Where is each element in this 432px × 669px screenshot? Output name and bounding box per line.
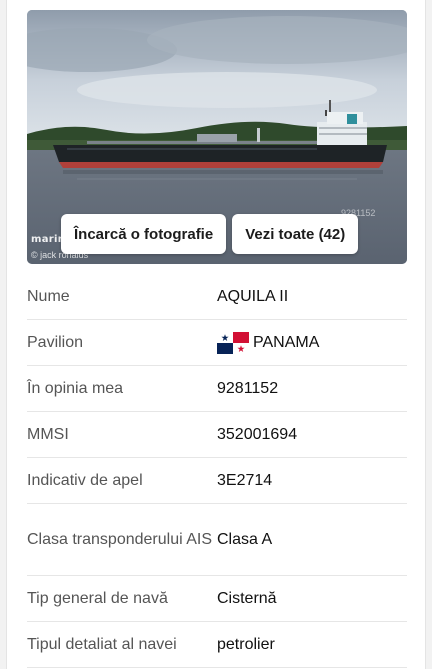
detail-label: Tipul detaliat al navei (27, 635, 177, 653)
detail-row-flag: Pavilion PANAMA (27, 320, 407, 366)
detail-row-ais-class: Clasa transponderului AIS Clasa A (27, 504, 407, 576)
detail-row-detailed-type: Tipul detaliat al navei petrolier (27, 622, 407, 668)
upload-photo-button[interactable]: Încarcă o fotografie (61, 214, 227, 254)
detail-row-callsign: Indicativ de apel 3E2714 (27, 458, 407, 504)
detail-value: 3E2714 (217, 471, 273, 489)
detail-value: Clasa A (217, 530, 273, 548)
detail-label: Nume (27, 287, 70, 305)
detail-row-imo: În opinia mea 9281152 (27, 366, 407, 412)
detail-value: 9281152 (217, 379, 279, 397)
vessel-card: 9281152 marine © jack ronalds Încarcă o … (6, 0, 426, 669)
detail-value: AQUILA II (217, 287, 289, 305)
photo-actions: Încarcă o fotografie Vezi toate (42) (61, 214, 359, 254)
detail-row-general-type: Tip general de navă Cisternă (27, 576, 407, 622)
detail-label: MMSI (27, 425, 69, 443)
detail-row-mmsi: MMSI 352001694 (27, 412, 407, 458)
panama-flag-icon (217, 331, 249, 354)
view-all-photos-button[interactable]: Vezi toate (42) (232, 214, 359, 254)
detail-row-name: Nume AQUILA II (27, 274, 407, 320)
vessel-details-table: Nume AQUILA II Pavilion PANAMA În opinia… (27, 274, 407, 668)
detail-label: În opinia mea (27, 379, 124, 397)
detail-label: Clasa transponderului AIS (27, 530, 212, 548)
detail-value: 352001694 (217, 425, 298, 443)
vessel-photo[interactable]: 9281152 marine © jack ronalds Încarcă o … (27, 10, 407, 264)
flag-country-name: PANAMA (253, 333, 320, 351)
detail-label: Indicativ de apel (27, 471, 143, 489)
detail-label: Pavilion (27, 333, 84, 351)
detail-value: petrolier (217, 635, 275, 653)
detail-label: Tip general de navă (27, 589, 168, 607)
detail-value-flag: PANAMA (217, 331, 407, 354)
detail-value: Cisternă (217, 589, 277, 607)
